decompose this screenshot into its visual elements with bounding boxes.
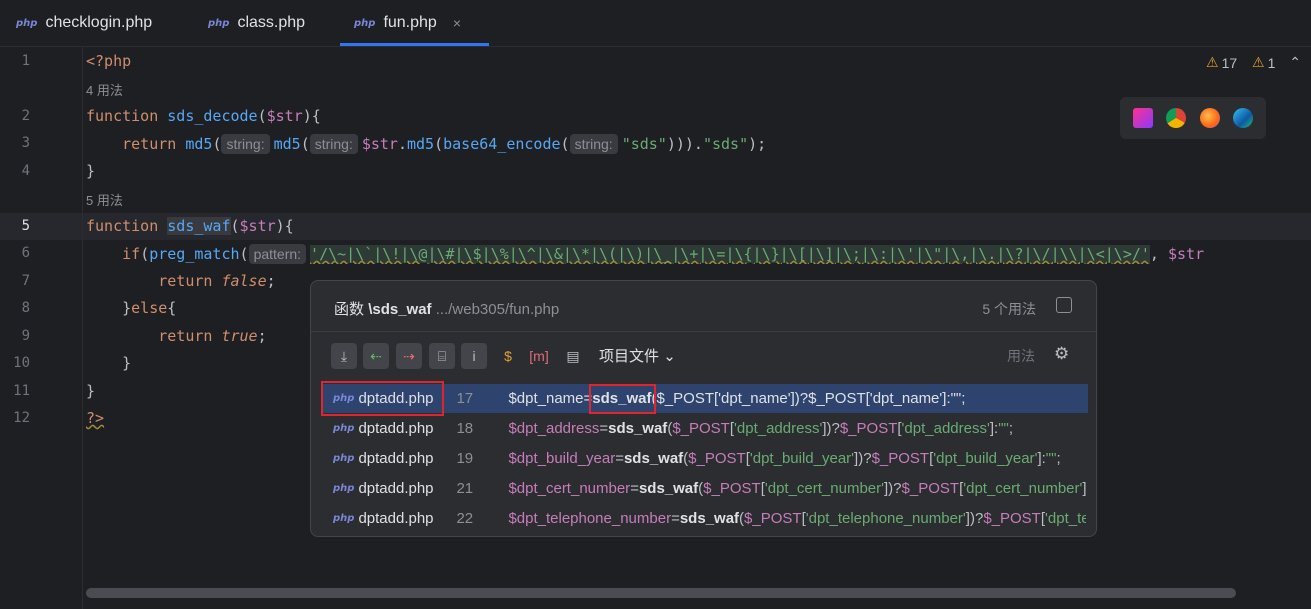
read-access-icon[interactable]: ⇠ bbox=[363, 343, 389, 369]
list-icon[interactable]: ▤ bbox=[560, 343, 586, 369]
line-number: 10 bbox=[13, 355, 30, 371]
code-line-7[interactable]: return false; bbox=[86, 272, 275, 290]
usage-row[interactable]: php dptadd.php 22 $dpt_telephone_number=… bbox=[321, 504, 1088, 533]
editor-tab-bar: php checklogin.php php class.php php fun… bbox=[0, 0, 1311, 47]
param-hint: string: bbox=[569, 134, 618, 154]
tab-class[interactable]: php class.php bbox=[208, 0, 305, 46]
code-line-9[interactable]: return true; bbox=[86, 327, 266, 345]
horizontal-scrollbar[interactable] bbox=[86, 588, 1236, 598]
warnings-indicator[interactable]: ⚠ 17 bbox=[1206, 54, 1237, 71]
weak-warnings-indicator[interactable]: ⚠ 1 bbox=[1252, 54, 1275, 71]
info-icon[interactable]: i bbox=[461, 343, 487, 369]
warning-count: 1 bbox=[1267, 54, 1276, 71]
folder-scope-icon[interactable]: ⌸ bbox=[429, 343, 455, 369]
line-number: 12 bbox=[13, 410, 30, 426]
code-line-11[interactable]: } bbox=[86, 382, 95, 400]
popup-title: 函数 \sds_waf .../web305/fun.php bbox=[334, 301, 560, 318]
line-number: 3 bbox=[21, 135, 30, 151]
param-hint: string: bbox=[309, 134, 358, 154]
line-number: 9 bbox=[21, 328, 30, 344]
code-line-4[interactable]: } bbox=[86, 162, 95, 180]
close-icon[interactable]: × bbox=[453, 15, 461, 31]
usage-hint[interactable]: 4 用法 bbox=[86, 80, 123, 99]
php-file-icon: php bbox=[333, 453, 355, 464]
usage-row[interactable]: php dptadd.php 19 $dpt_build_year=sds_wa… bbox=[321, 444, 1088, 473]
merge-usages-icon[interactable]: ⤓ bbox=[331, 343, 357, 369]
chevron-down-icon: ⌄ bbox=[663, 348, 676, 365]
php-file-icon: php bbox=[354, 17, 376, 29]
gear-icon[interactable]: ⚙ bbox=[1054, 344, 1069, 364]
code-line-6[interactable]: if(preg_match(pattern: '/\~|\`|\!|\@|\#|\… bbox=[86, 244, 1311, 264]
line-number: 5 bbox=[21, 218, 30, 234]
code-line-3[interactable]: return md5(string: md5(string: $str.md5(ba… bbox=[86, 134, 766, 154]
code-line-10[interactable]: } bbox=[86, 354, 131, 372]
warning-count: 17 bbox=[1221, 54, 1238, 71]
php-file-icon: php bbox=[333, 423, 355, 434]
code-line-2[interactable]: function sds_decode($str){ bbox=[86, 107, 321, 125]
warning-icon: ⚠ bbox=[1206, 54, 1219, 70]
tab-label: class.php bbox=[237, 14, 306, 31]
line-number: 8 bbox=[21, 300, 30, 316]
firefox-icon[interactable] bbox=[1199, 108, 1220, 128]
code-line-5[interactable]: function sds_waf($str){ bbox=[86, 217, 294, 235]
tab-label: fun.php bbox=[383, 14, 437, 31]
tab-checklogin[interactable]: php checklogin.php bbox=[16, 0, 152, 46]
line-number: 2 bbox=[21, 108, 30, 124]
line-number: 4 bbox=[21, 163, 30, 179]
usage-hint[interactable]: 5 用法 bbox=[86, 190, 123, 209]
chevron-up-icon[interactable]: ⌃ bbox=[1289, 54, 1301, 71]
scope-dropdown[interactable]: 项目文件 ⌄ bbox=[599, 345, 676, 366]
uses-label: 用法 bbox=[1007, 348, 1035, 364]
annotation-box-file bbox=[321, 381, 444, 416]
line-number: 11 bbox=[13, 383, 30, 399]
tab-fun[interactable]: php fun.php × bbox=[339, 0, 490, 46]
usage-row[interactable]: php dptadd.php 21 $dpt_cert_number=sds_w… bbox=[321, 474, 1088, 503]
line-number: 7 bbox=[21, 273, 30, 289]
line-number: 6 bbox=[21, 245, 30, 261]
annotation-box-function bbox=[589, 384, 656, 414]
phpstorm-icon[interactable] bbox=[1132, 108, 1153, 128]
code-line-1[interactable]: <?php bbox=[86, 52, 131, 70]
param-hint: pattern: bbox=[248, 244, 307, 264]
php-file-icon: php bbox=[333, 513, 355, 524]
browser-launcher bbox=[1120, 97, 1266, 139]
php-file-icon: php bbox=[16, 17, 38, 29]
dollar-icon[interactable]: $ bbox=[495, 343, 521, 369]
usages-count: 5 个用法 bbox=[982, 301, 1036, 317]
warning-icon: ⚠ bbox=[1252, 54, 1265, 70]
write-access-icon[interactable]: ⇢ bbox=[396, 343, 422, 369]
method-icon[interactable]: [m] bbox=[526, 343, 552, 369]
php-file-icon: php bbox=[333, 483, 355, 494]
php-file-icon: php bbox=[208, 17, 230, 29]
line-number: 1 bbox=[21, 53, 30, 69]
edge-icon[interactable] bbox=[1233, 108, 1254, 128]
regex-literal: '/\~|\`|\!|\@|\#|\$|\%|\^|\&|\*|\(|\)|\_… bbox=[310, 245, 1150, 263]
code-line-12[interactable]: ?> bbox=[86, 409, 104, 427]
chrome-icon[interactable] bbox=[1166, 108, 1187, 128]
param-hint: string: bbox=[221, 134, 270, 154]
usage-row[interactable]: php dptadd.php 18 $dpt_address=sds_waf($… bbox=[321, 414, 1088, 443]
code-line-8[interactable]: }else{ bbox=[86, 299, 176, 317]
open-in-window-icon[interactable] bbox=[1056, 297, 1072, 313]
divider bbox=[311, 331, 1096, 332]
tab-label: checklogin.php bbox=[45, 14, 153, 31]
